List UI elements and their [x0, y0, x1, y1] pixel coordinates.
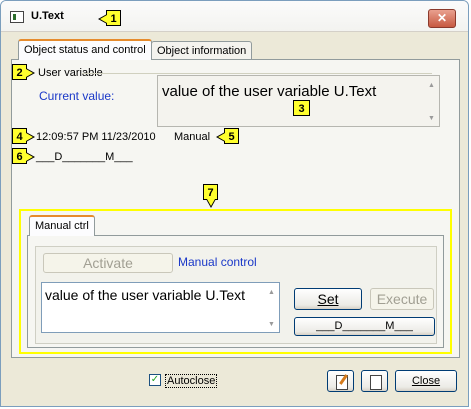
activate-button[interactable]: Activate	[43, 253, 173, 273]
manual-input-scrollbar[interactable]: ▲ ▼	[264, 283, 279, 332]
manual-value-input-text: value of the user variable U.Text	[45, 287, 245, 303]
set-button-label: Set	[317, 291, 339, 307]
set-button[interactable]: Set	[294, 288, 362, 310]
tab-object-status-and-control[interactable]: Object status and control	[18, 39, 152, 60]
callout-7: 7	[203, 184, 218, 208]
autoclose-label[interactable]: Autoclose	[165, 374, 218, 388]
value-source-text: Manual	[174, 131, 211, 143]
window-title: U.Text	[31, 10, 64, 22]
close-icon[interactable]: ✕	[428, 9, 456, 28]
callout-6: 6	[12, 148, 35, 164]
autoclose-checkbox[interactable]: ✓	[149, 374, 161, 386]
status-tab-panel: 2 User variable Current value: value of …	[11, 59, 460, 358]
execute-button[interactable]: Execute	[370, 288, 434, 310]
copy-document-icon	[366, 372, 382, 390]
group-divider	[82, 73, 432, 74]
manual-control-label: Manual control	[178, 255, 257, 269]
dialog-window: U.Text ✕ 1 Object status and control Obj…	[0, 0, 469, 407]
close-button-label: Close	[411, 375, 441, 387]
window-app-icon	[10, 11, 24, 23]
edit-button[interactable]	[327, 370, 354, 392]
scroll-up-icon[interactable]: ▲	[424, 82, 439, 89]
manual-tab-panel: Activate Manual control value of the use…	[27, 235, 444, 348]
flags-button[interactable]: ___D_______M___	[294, 317, 435, 336]
tab-manual-ctrl[interactable]: Manual ctrl	[29, 215, 95, 236]
timestamp-text: 12:09:57 PM 11/23/2010	[36, 131, 156, 143]
current-value-scrollbar[interactable]: ▲ ▼	[424, 76, 439, 126]
close-button[interactable]: Close	[395, 370, 457, 392]
manual-control-highlight: Manual ctrl Activate Manual control valu…	[19, 209, 452, 354]
callout-3: 3	[293, 100, 310, 116]
manual-inner-frame: Activate Manual control value of the use…	[35, 246, 437, 344]
callout-4: 4	[12, 128, 35, 144]
flags-text: ___D_______M___	[36, 151, 133, 163]
manual-value-input[interactable]: value of the user variable U.Text ▲ ▼	[41, 282, 280, 333]
copy-button[interactable]	[361, 370, 388, 392]
scroll-up-icon[interactable]: ▲	[264, 289, 279, 296]
current-value-text: value of the user variable U.Text	[162, 83, 377, 100]
scroll-down-icon[interactable]: ▼	[424, 115, 439, 122]
title-bar[interactable]: U.Text ✕	[1, 1, 468, 32]
callout-1: 1	[98, 10, 121, 26]
scroll-down-icon[interactable]: ▼	[264, 321, 279, 328]
current-value-label: Current value:	[39, 89, 115, 103]
callout-5: 5	[216, 128, 239, 144]
callout-2: 2	[12, 64, 35, 80]
tab-object-information[interactable]: Object information	[151, 41, 253, 60]
